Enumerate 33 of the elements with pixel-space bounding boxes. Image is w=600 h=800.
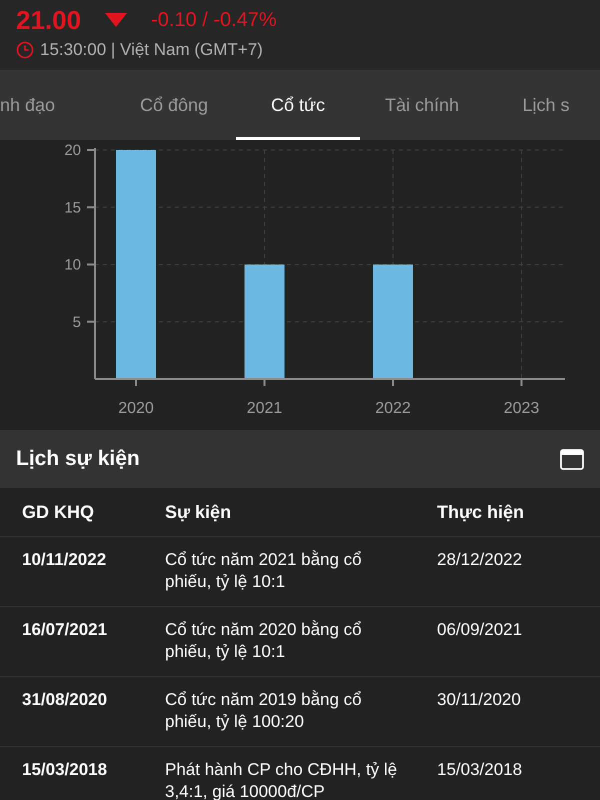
y-tick-label: 15 — [64, 199, 81, 216]
clock-icon — [16, 41, 34, 59]
calendar-icon[interactable] — [560, 448, 584, 470]
x-tick-label: 2023 — [504, 400, 540, 417]
x-tick-label: 2020 — [118, 400, 154, 417]
table-cell-text: 10/11/2022 — [22, 549, 108, 571]
tab[interactable]: nh đạo — [0, 70, 112, 140]
table-cell-text: 06/09/2021 — [437, 619, 524, 641]
price-change: -0.10 / -0.47% — [151, 10, 277, 30]
y-tick-label: 5 — [72, 314, 81, 331]
table-cell-text: 30/11/2020 — [437, 689, 522, 711]
table-cell-text: 15/03/2018 — [437, 759, 524, 781]
table-cell-text: 28/12/2022 — [437, 549, 524, 571]
x-tick-label: 2021 — [246, 400, 282, 417]
section-title: Lịch sự kiện — [16, 446, 140, 472]
tab[interactable]: Cổ đông — [112, 70, 236, 140]
column-header: Thực hiện — [437, 500, 526, 524]
x-tick-label: 2022 — [375, 400, 411, 417]
price: 21.00 — [16, 7, 82, 34]
table-cell-text: Cổ tức năm 2019 bằng cổ phiếu, tỷ lệ 100:20 — [165, 689, 363, 733]
column-header: Sự kiện — [165, 500, 232, 524]
table-cell-text: 31/08/2020 — [22, 689, 108, 711]
y-tick-label: 10 — [64, 256, 81, 274]
table-cell-text: Cổ tức năm 2020 bằng cổ phiếu, tỷ lệ 10:1 — [165, 619, 363, 663]
tab[interactable]: Tài chính — [360, 70, 484, 140]
column-header: GD KHQ — [22, 500, 95, 524]
table-cell-text: Cổ tức năm 2021 bằng cổ phiếu, tỷ lệ 10:1 — [165, 549, 363, 593]
down-arrow-icon — [105, 13, 128, 28]
table-cell-text: 16/07/2021 — [22, 619, 108, 641]
table-cell-text: 15/03/2018 — [22, 759, 108, 781]
y-tick-label: 20 — [64, 142, 81, 159]
tab[interactable]: Lịch s — [484, 70, 600, 140]
trading-time: 15:30:00 | Việt Nam (GMT+7) — [40, 39, 263, 62]
